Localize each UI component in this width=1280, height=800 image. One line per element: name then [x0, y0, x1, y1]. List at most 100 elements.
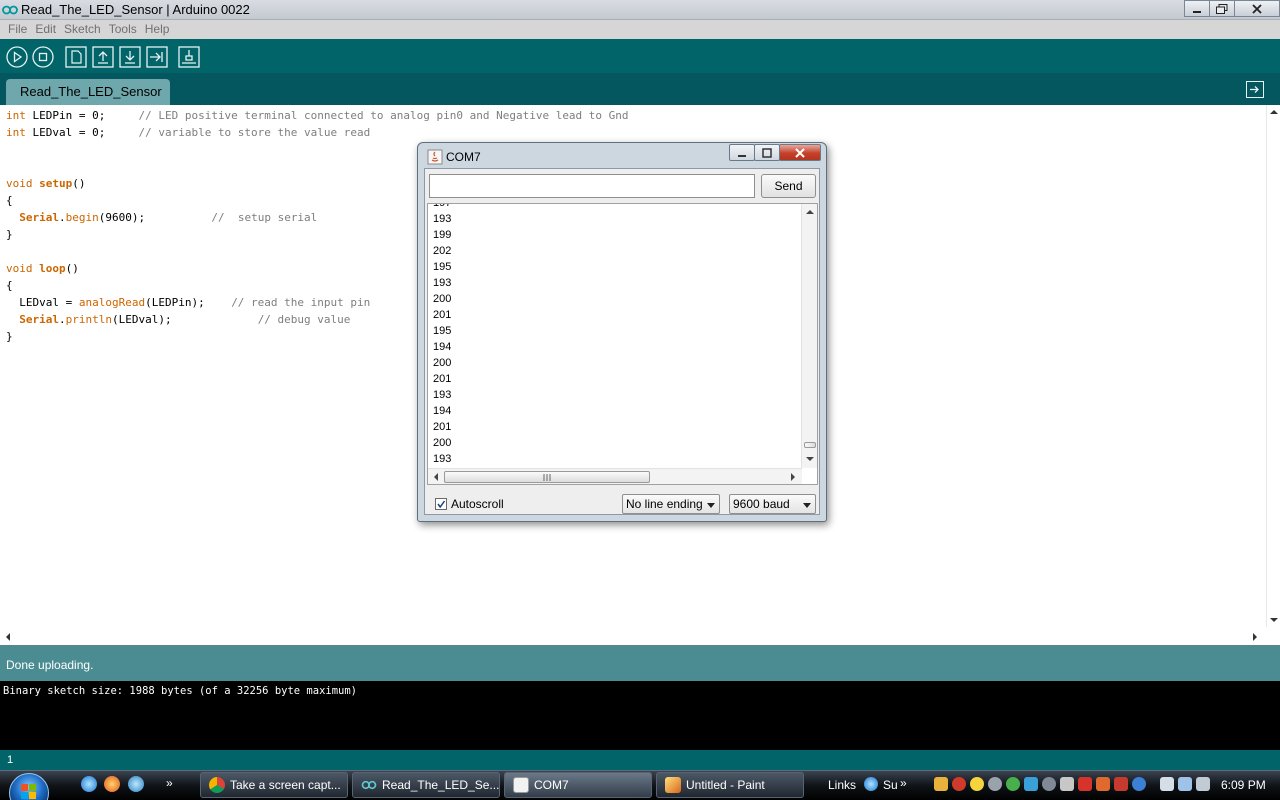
taskbar-button-chrome[interactable]: Take a screen capt...	[200, 772, 348, 798]
output-vertical-scrollbar[interactable]	[801, 204, 817, 468]
toolbar-overflow[interactable]: »	[900, 776, 907, 790]
serial-monitor-icon[interactable]	[178, 46, 200, 68]
status-bar: Done uploading.	[0, 645, 1280, 681]
serial-output-line: 194	[433, 405, 452, 417]
firefox-icon[interactable]	[104, 776, 120, 792]
minimize-icon	[738, 154, 746, 157]
stop-icon[interactable]	[32, 46, 54, 68]
scroll-up-icon[interactable]	[1270, 109, 1278, 115]
code-token: LEDval =	[6, 296, 79, 309]
baud-rate-select[interactable]: 9600 baud	[729, 494, 816, 514]
code-token: loop	[39, 262, 66, 275]
scroll-down-icon[interactable]	[806, 457, 814, 462]
tab-menu-icon[interactable]	[1246, 81, 1264, 98]
serial-monitor-body: Send 197 193 199 202 195 193 200 201 195 194 200 2…	[424, 168, 820, 515]
maximize-icon	[762, 147, 772, 158]
menu-sketch[interactable]: Sketch	[60, 20, 105, 39]
tray-network-icon[interactable]	[1024, 777, 1038, 791]
tray-usb-icon[interactable]	[1160, 777, 1174, 791]
paint-icon	[665, 777, 681, 793]
serial-output-line: 193	[433, 453, 452, 465]
tray-app-icon[interactable]	[1042, 777, 1056, 791]
editor-vertical-scrollbar[interactable]	[1266, 105, 1280, 627]
internet-explorer-icon[interactable]	[81, 776, 97, 792]
tray-volume-warning-icon[interactable]	[1096, 777, 1110, 791]
taskbar-button-paint[interactable]: Untitled - Paint	[656, 772, 804, 798]
menu-file[interactable]: File	[4, 20, 31, 39]
code-token: Serial	[19, 313, 59, 326]
code-token: ()	[72, 177, 86, 190]
menu-edit[interactable]: Edit	[31, 20, 60, 39]
serial-output-line: 194	[433, 341, 452, 353]
tray-messenger-icon[interactable]	[970, 777, 984, 791]
serial-output-line: 197	[433, 203, 452, 209]
title-bar[interactable]: Read_The_LED_Sensor | Arduino 0022	[0, 0, 1280, 20]
serial-output-line: 195	[433, 325, 452, 337]
taskbar-button-label: Read_The_LED_Se...	[382, 778, 500, 792]
scroll-down-icon[interactable]	[1270, 617, 1278, 623]
taskbar-button-com7[interactable]: COM7	[504, 772, 652, 798]
tray-network-status-icon[interactable]	[1178, 777, 1192, 791]
tray-folder-icon[interactable]	[934, 777, 948, 791]
taskbar-clock[interactable]: 6:09 PM	[1221, 778, 1266, 792]
output-horizontal-scrollbar[interactable]	[428, 468, 802, 484]
internet-explorer-icon[interactable]	[864, 777, 878, 791]
tab-read-the-led-sensor[interactable]: Read_The_LED_Sensor	[6, 79, 170, 105]
scroll-up-icon[interactable]	[806, 209, 814, 214]
open-icon[interactable]	[92, 46, 114, 68]
serial-output-line: 201	[433, 309, 452, 321]
send-button[interactable]: Send	[761, 174, 816, 198]
tray-search-icon[interactable]	[1078, 777, 1092, 791]
line-ending-select[interactable]: No line ending	[622, 494, 720, 514]
search-icon[interactable]	[128, 776, 144, 792]
serial-output[interactable]: 197 193 199 202 195 193 200 201 195 194 200 201 193…	[427, 203, 818, 485]
scroll-left-icon[interactable]	[433, 473, 438, 481]
serial-close-button[interactable]	[779, 144, 821, 161]
tray-chat-icon[interactable]	[988, 777, 1002, 791]
autoscroll-checkbox[interactable]	[435, 498, 447, 510]
serial-output-line: 193	[433, 213, 452, 225]
save-icon[interactable]	[119, 46, 141, 68]
new-icon[interactable]	[65, 46, 87, 68]
close-button[interactable]	[1234, 0, 1280, 17]
scroll-left-icon[interactable]	[5, 633, 11, 641]
tray-speaker-icon[interactable]	[1196, 777, 1210, 791]
editor-horizontal-scrollbar[interactable]	[0, 627, 1266, 645]
serial-minimize-button[interactable]	[729, 144, 755, 161]
code-line: int LEDPin = 0; // LED positive terminal…	[6, 107, 629, 124]
output-horizontal-thumb[interactable]	[444, 471, 650, 483]
status-message: Done uploading.	[6, 658, 94, 672]
su-toolbar[interactable]: Su	[883, 778, 898, 792]
upload-icon[interactable]	[146, 46, 168, 68]
links-toolbar[interactable]: Links	[828, 778, 856, 792]
taskbar-button-arduino[interactable]: Read_The_LED_Se...	[352, 772, 500, 798]
serial-output-line: 201	[433, 373, 452, 385]
output-vertical-thumb[interactable]	[804, 442, 816, 448]
tray-status-icon[interactable]	[1006, 777, 1020, 791]
start-button[interactable]	[9, 773, 49, 800]
quicklaunch-overflow[interactable]: »	[166, 776, 173, 790]
verify-icon[interactable]	[6, 46, 28, 68]
chrome-icon	[209, 777, 225, 793]
tray-bluetooth-icon[interactable]	[1132, 777, 1146, 791]
menu-help[interactable]: Help	[141, 20, 174, 39]
tray-disconnect-icon[interactable]	[1114, 777, 1128, 791]
code-token: (LEDval);	[111, 313, 258, 326]
scroll-right-icon[interactable]	[791, 473, 796, 481]
serial-maximize-button[interactable]	[754, 144, 780, 161]
restore-button[interactable]	[1209, 0, 1235, 17]
code-token: .	[59, 211, 66, 224]
chevron-down-icon	[707, 503, 715, 508]
minimize-button[interactable]	[1184, 0, 1210, 17]
code-token: }	[6, 330, 13, 343]
menu-tools[interactable]: Tools	[105, 20, 141, 39]
serial-send-input[interactable]	[429, 174, 755, 198]
code-token: setup	[39, 177, 73, 190]
close-icon	[795, 147, 805, 158]
restore-icon	[1216, 3, 1228, 14]
taskbar-button-label: Take a screen capt...	[230, 778, 341, 792]
serial-monitor-window[interactable]: COM7 Send 197 193 199 202 195 193 200 201 195 19…	[417, 142, 827, 522]
tray-error-icon[interactable]	[952, 777, 966, 791]
scroll-right-icon[interactable]	[1252, 633, 1258, 641]
tray-device-icon[interactable]	[1060, 777, 1074, 791]
